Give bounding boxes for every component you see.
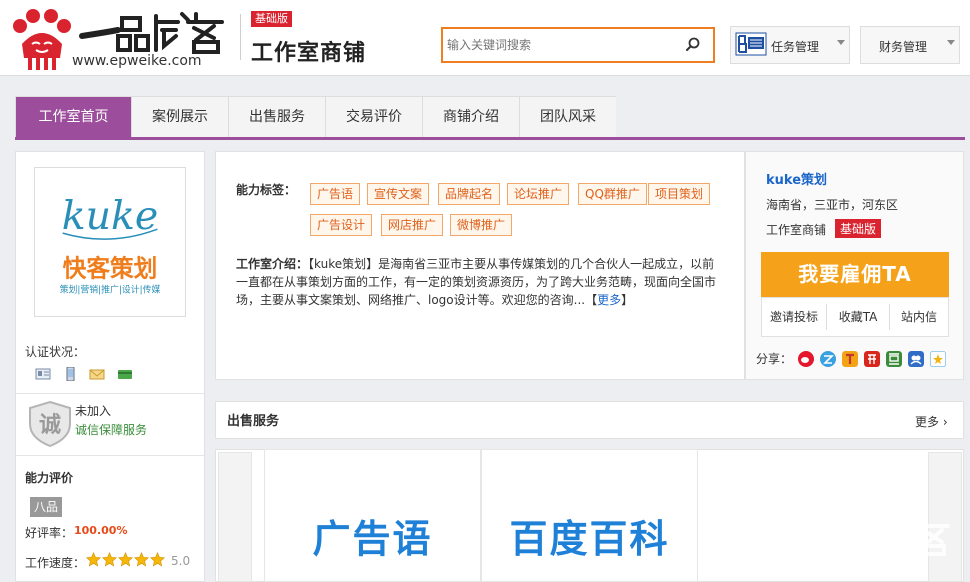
sales-section-header (215, 401, 964, 439)
service-card-title: 广告语 (312, 517, 433, 561)
invite-bid-button[interactable]: 邀请投标 (762, 298, 826, 336)
rank-badge: 八品 (30, 497, 62, 517)
work-speed-value: 5.0 (171, 554, 191, 568)
auth-status-label: 认证状况： (25, 345, 86, 359)
search-icon[interactable] (685, 37, 701, 53)
site-url[interactable]: www.epweike.com (72, 53, 202, 69)
ability-eval-title: 能力评价 (25, 471, 74, 485)
mobile-phone-icon[interactable] (62, 367, 78, 381)
qq-icon[interactable] (930, 351, 946, 367)
intro-label: 工作室介绍： (236, 257, 309, 271)
work-speed-label: 工作速度： (25, 556, 86, 570)
task-menu-label: 任务管理 (771, 40, 820, 54)
more-open-bracket: 【 (585, 293, 598, 307)
tab-sell-service[interactable]: 出售服务 (229, 97, 326, 138)
service-card[interactable]: 百度百科 (481, 449, 698, 582)
more-close-bracket: 】 (621, 293, 634, 307)
svg-text:诚: 诚 (39, 413, 61, 438)
divider (16, 455, 204, 456)
ability-tag[interactable]: 论坛推广 (507, 183, 570, 205)
page-title: 工作室商铺 (251, 41, 367, 66)
ability-tag[interactable]: 品牌起名 (438, 183, 501, 205)
ability-tag[interactable]: 项目策划 (648, 183, 711, 205)
favorite-button[interactable]: 收藏TA (827, 298, 889, 336)
watermark-logo (775, 515, 950, 562)
sales-section-title: 出售服务 (227, 414, 280, 429)
chevron-down-icon (947, 40, 955, 45)
tab-trade-reviews[interactable]: 交易评价 (326, 97, 423, 138)
service-card[interactable]: 广告语 (264, 449, 481, 582)
ability-tag[interactable]: QQ群推广 (578, 183, 647, 205)
rating-value: 100.00% (74, 524, 128, 537)
message-button[interactable]: 站内信 (890, 298, 948, 336)
bank-card-icon[interactable] (117, 367, 133, 381)
weibo-icon[interactable] (798, 351, 814, 367)
chevron-down-icon (837, 40, 845, 45)
renren-icon[interactable] (908, 351, 924, 367)
integrity-service-link[interactable]: 诚信保障服务 (75, 421, 147, 438)
brand-calligraphy-logo (79, 12, 224, 54)
studio-location: 海南省，三亚市，河东区 (766, 198, 899, 212)
tab-underline (15, 137, 965, 140)
star-icon (101, 552, 118, 567)
kaixin-icon[interactable] (864, 351, 880, 367)
hire-button[interactable]: 我要雇佣TA (761, 252, 949, 297)
store-nav-tabs: 工作室首页 案例展示 出售服务 交易评价 商铺介绍 团队风采 (15, 96, 616, 138)
profile-actions: 邀请投标 收藏TA 站内信 (761, 297, 949, 337)
edition-badge: 基础版 (251, 11, 292, 27)
tab-team-profile[interactable]: 团队风采 (520, 97, 616, 138)
ability-tag[interactable]: 宣传文案 (367, 183, 430, 205)
douban-icon[interactable] (886, 351, 902, 367)
ability-tag[interactable]: 广告语 (310, 183, 361, 205)
speed-stars (85, 552, 166, 568)
svg-text:kuke: kuke (62, 193, 159, 239)
star-icon (133, 552, 150, 567)
finance-menu-label: 财务管理 (879, 40, 928, 54)
star-icon (117, 552, 134, 567)
paw-logo-icon[interactable] (10, 8, 74, 70)
id-card-icon[interactable] (35, 367, 51, 381)
finance-management-menu[interactable]: 财务管理 (860, 26, 960, 64)
header-divider (240, 14, 241, 60)
tab-studio-home[interactable]: 工作室首页 (16, 97, 132, 138)
sales-more-link[interactable]: 更多 › (915, 413, 948, 430)
share-label: 分享： (756, 352, 793, 366)
tencent-weibo-icon[interactable] (842, 351, 858, 367)
search-box (441, 27, 715, 63)
email-icon[interactable] (89, 367, 105, 381)
ability-tags-label: 能力标签： (236, 183, 297, 197)
star-icon (149, 552, 166, 567)
integrity-status: 未加入 (75, 404, 112, 418)
divider (16, 393, 204, 394)
studio-name-link[interactable]: kuke策划 (766, 169, 827, 188)
integrity-shield-icon[interactable]: 诚 (26, 400, 74, 448)
rating-label: 好评率： (25, 526, 74, 540)
store-type-label: 工作室商铺 (766, 223, 827, 237)
edition-badge-small: 基础版 (835, 219, 882, 238)
intro-more-link[interactable]: 更多 (597, 293, 621, 307)
svg-text:快客策划: 快客策划 (63, 255, 158, 283)
tab-case-showcase[interactable]: 案例展示 (132, 97, 229, 138)
ability-tag[interactable]: 广告设计 (310, 214, 373, 236)
service-card-title: 百度百科 (509, 517, 670, 561)
intro-text: 【kuke策划】是海南省三亚市主要从事传媒策划的几个合伙人一起成立，以前一直都在… (236, 257, 717, 307)
search-input[interactable] (447, 36, 677, 54)
svg-text:策划|营销|推广|设计|传媒: 策划|营销|推广|设计|传媒 (60, 283, 161, 295)
partner-logo-icon (735, 32, 767, 56)
ability-tag[interactable]: 微博推广 (450, 214, 513, 236)
studio-intro: 工作室介绍：【kuke策划】是海南省三亚市主要从事传媒策划的几个合伙人一起成立，… (236, 255, 718, 309)
carousel-prev-button[interactable] (218, 452, 252, 582)
studio-avatar-logo[interactable]: kuke 快客策划 策划|营销|推广|设计|传媒 (34, 167, 186, 317)
tab-store-intro[interactable]: 商铺介绍 (423, 97, 520, 138)
ability-tag[interactable]: 网店推广 (381, 214, 444, 236)
qzone-icon[interactable] (820, 351, 836, 367)
task-management-menu[interactable]: 任务管理 (730, 26, 850, 64)
star-icon (85, 552, 102, 567)
